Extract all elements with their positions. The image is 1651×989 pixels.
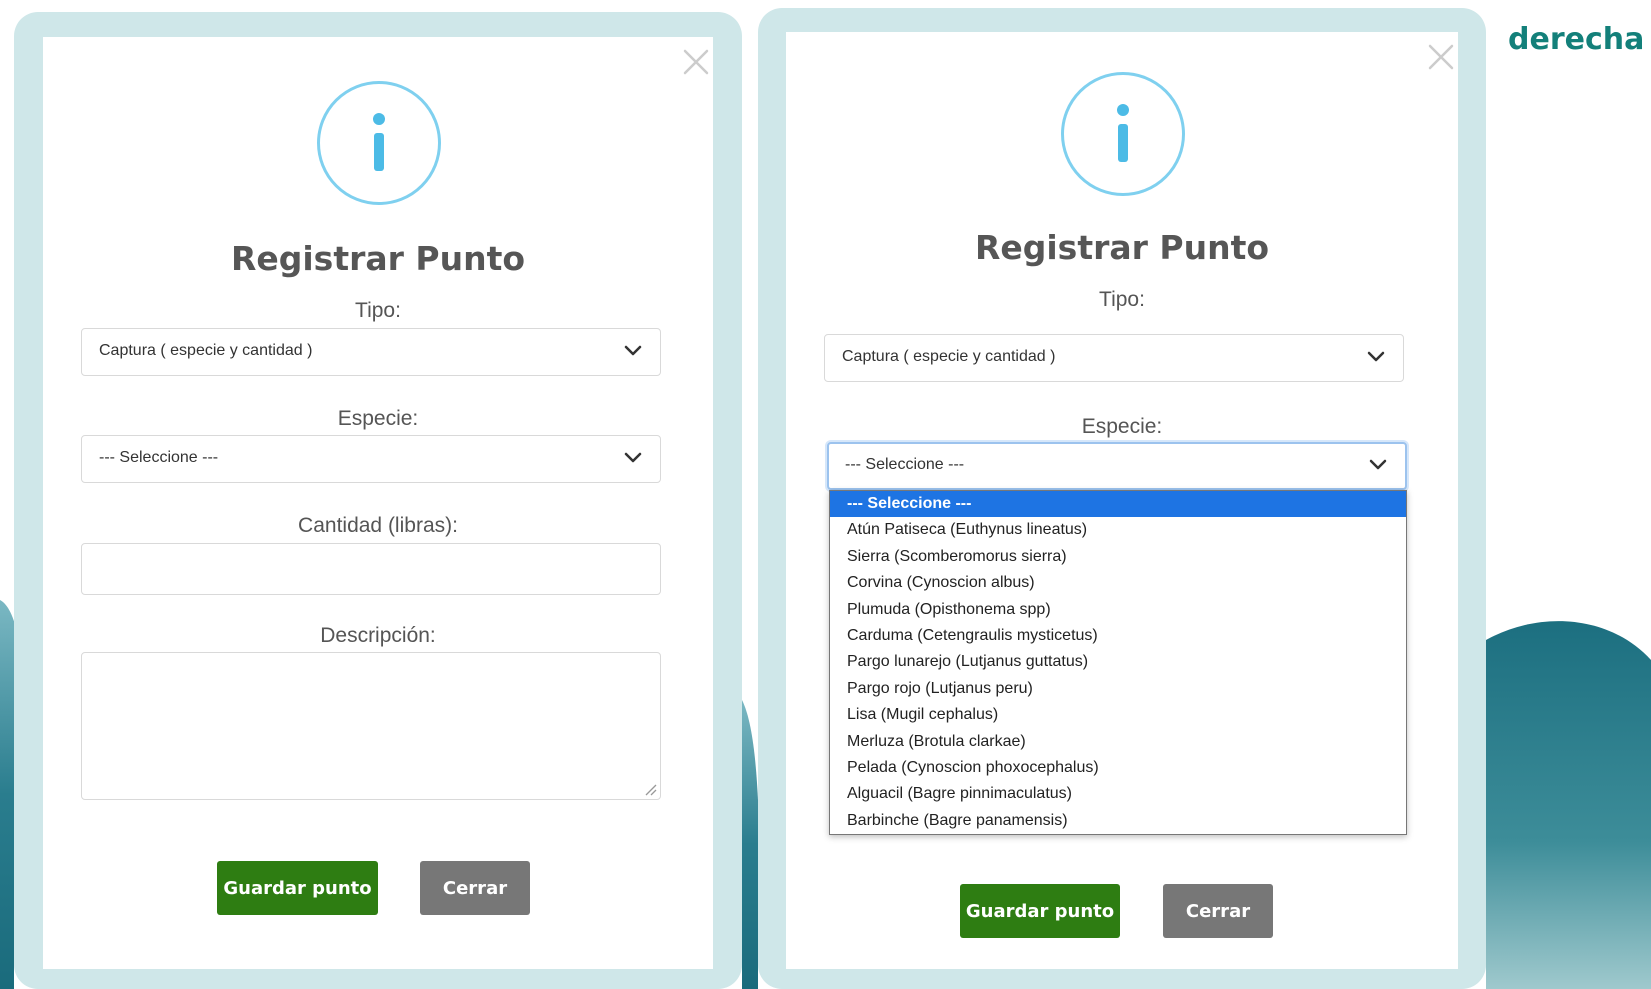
tipo-label: Tipo: <box>355 299 401 322</box>
especie-label: Especie: <box>337 407 419 430</box>
especie-option[interactable]: Pelada (Cynoscion phoxocephalus) <box>830 755 1406 781</box>
cantidad-input[interactable] <box>81 543 661 595</box>
especie-option[interactable]: --- Seleccione --- <box>830 491 1406 518</box>
especie-label: Especie: <box>1081 415 1163 438</box>
especie-option[interactable]: Plumuda (Opisthonema spp) <box>830 597 1406 623</box>
especie-option[interactable]: Pargo rojo (Lutjanus peru) <box>830 676 1406 702</box>
tipo-select-value: Captura ( especie y cantidad ) <box>99 342 313 359</box>
especie-option[interactable]: Barbinche (Bagre panamensis) <box>830 808 1406 834</box>
especie-select[interactable]: --- Seleccione --- <box>827 442 1407 490</box>
modal-title: Registrar Punto <box>230 239 526 278</box>
chevron-down-icon <box>1369 459 1387 471</box>
tipo-select[interactable]: Captura ( especie y cantidad ) <box>81 328 661 376</box>
chevron-down-icon <box>624 345 642 357</box>
right-modal: Registrar Punto Tipo: Captura ( especie … <box>786 32 1458 969</box>
close-icon[interactable] <box>1426 42 1456 72</box>
descripcion-label: Descripción: <box>320 624 436 647</box>
modal-title: Registrar Punto <box>974 228 1270 267</box>
especie-select-value: --- Seleccione --- <box>99 449 219 466</box>
especie-option[interactable]: Sierra (Scomberomorus sierra) <box>830 544 1406 570</box>
tipo-select[interactable]: Captura ( especie y cantidad ) <box>824 334 1404 382</box>
guardar-punto-button[interactable]: Guardar punto <box>960 884 1120 938</box>
guardar-punto-button[interactable]: Guardar punto <box>217 861 378 915</box>
resize-handle-icon[interactable] <box>643 782 657 796</box>
especie-option[interactable]: Corvina (Cynoscion albus) <box>830 570 1406 596</box>
especie-option[interactable]: Atún Patiseca (Euthynus lineatus) <box>830 517 1406 543</box>
close-icon[interactable] <box>681 47 711 77</box>
especie-option[interactable]: Merluza (Brotula clarkae) <box>830 729 1406 755</box>
corner-heading: derecha <box>1508 22 1645 57</box>
info-icon <box>317 81 441 205</box>
descripcion-textarea[interactable] <box>81 652 661 800</box>
especie-option[interactable]: Alguacil (Bagre pinnimaculatus) <box>830 781 1406 807</box>
cerrar-button[interactable]: Cerrar <box>420 861 530 915</box>
cerrar-button[interactable]: Cerrar <box>1163 884 1273 938</box>
chevron-down-icon <box>624 452 642 464</box>
especie-select[interactable]: --- Seleccione --- <box>81 435 661 483</box>
info-icon <box>1061 72 1185 196</box>
especie-dropdown-list: --- Seleccione --- Atún Patiseca (Euthynu… <box>829 490 1407 835</box>
left-modal: Registrar Punto Tipo: Captura ( especie … <box>43 37 713 969</box>
especie-option[interactable]: Pargo lunarejo (Lutjanus guttatus) <box>830 649 1406 675</box>
especie-option[interactable]: Lisa (Mugil cephalus) <box>830 702 1406 728</box>
especie-select-value: --- Seleccione --- <box>845 456 965 473</box>
cantidad-label: Cantidad (libras): <box>298 514 458 537</box>
especie-option[interactable]: Carduma (Cetengraulis mysticetus) <box>830 623 1406 649</box>
tipo-select-value: Captura ( especie y cantidad ) <box>842 348 1056 365</box>
chevron-down-icon <box>1367 351 1385 363</box>
tipo-label: Tipo: <box>1099 288 1145 311</box>
